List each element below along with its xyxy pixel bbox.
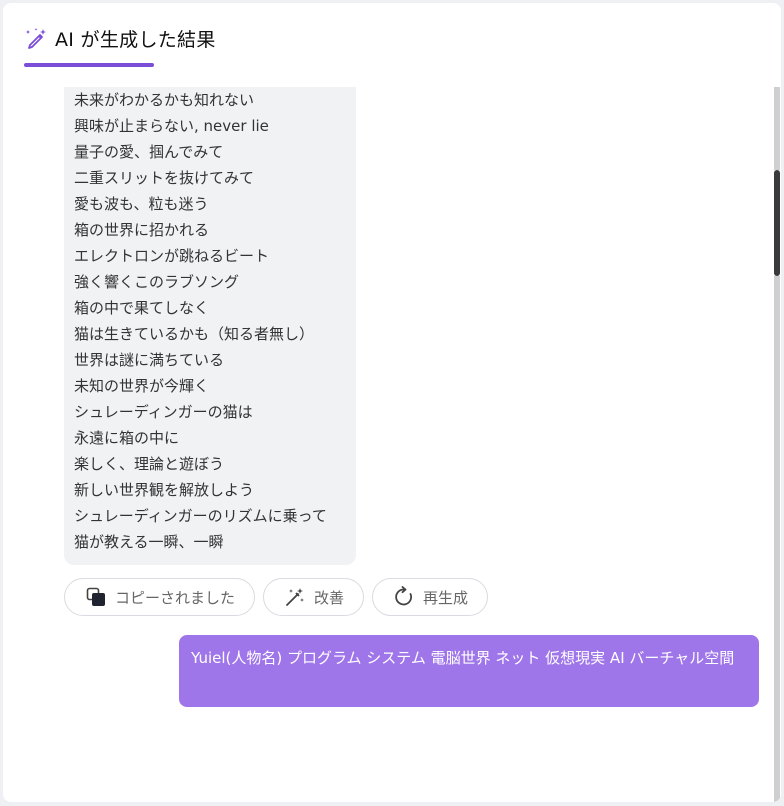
- lyric-line: 未来がわかるかも知れない: [74, 91, 255, 109]
- lyric-line: 永遠に箱の中に: [74, 429, 180, 447]
- lyric-line: 新しい世界観を解放しよう: [74, 481, 255, 499]
- vertical-scrollbar[interactable]: [774, 87, 780, 802]
- lyric-line: 未知の世界が今輝く: [74, 377, 210, 395]
- lyric-line: 世界は謎に満ちている: [74, 351, 225, 369]
- user-message-text: Yuiel(人物名) プログラム システム 電脳世界 ネット 仮想現実 AI バ…: [191, 649, 735, 667]
- conversation-scroll-area[interactable]: 未来がわかるかも知れない 興味が止まらない, never lie 量子の愛、掴んでみ…: [3, 87, 773, 802]
- copy-button-label: コピーされました: [115, 588, 236, 607]
- copy-button[interactable]: コピーされました: [64, 578, 256, 616]
- lyric-line: 愛も波も、粒も迷う: [74, 195, 209, 213]
- scrollbar-track-lower: [774, 276, 780, 802]
- lyric-line: 強く響くこのラブソング: [74, 273, 240, 291]
- lyric-line: 猫は生きているかも（知る者無し）: [74, 325, 315, 343]
- panel-header: AI が生成した結果: [24, 23, 216, 53]
- lyric-line: 箱の中で果てしなく: [74, 299, 210, 317]
- ai-response-bubble: 未来がわかるかも知れない 興味が止まらない, never lie 量子の愛、掴んでみ…: [64, 87, 356, 565]
- magic-pen-icon: [26, 28, 46, 49]
- improve-button[interactable]: 改善: [263, 578, 365, 616]
- copy-icon: [86, 587, 105, 606]
- regenerate-button-label: 再生成: [423, 588, 469, 607]
- lyric-line: 二重スリットを抜けてみて: [74, 169, 255, 187]
- scrollbar-track-upper: [774, 87, 780, 170]
- response-actions: コピーされました 改善 再生成: [64, 578, 489, 616]
- lyric-line: 量子の愛、掴んでみて: [74, 143, 224, 161]
- lyric-line: シュレーディンガーの猫は: [74, 403, 253, 421]
- lyric-line: 楽しく、理論と遊ぼう: [74, 455, 225, 473]
- user-message-bubble: Yuiel(人物名) プログラム システム 電脳世界 ネット 仮想現実 AI バ…: [179, 635, 759, 707]
- panel-title: AI が生成した結果: [55, 28, 216, 51]
- lyric-line: シュレーディンガーのリズムに乗って: [74, 507, 327, 525]
- ai-result-panel: AI が生成した結果 未来がわかるかも知れない 興味が止まらない, never l…: [3, 3, 781, 802]
- scrollbar-thumb[interactable]: [774, 170, 780, 276]
- lyric-line: 興味が止まらない, never lie: [74, 117, 269, 135]
- lyric-line: 箱の世界に招かれる: [74, 221, 210, 239]
- lyric-line: 猫が教える一瞬、一瞬: [74, 533, 224, 551]
- improve-button-label: 改善: [314, 588, 345, 607]
- header-active-underline: [24, 63, 154, 67]
- regenerate-button[interactable]: 再生成: [372, 578, 489, 616]
- magic-wand-icon: [286, 588, 305, 606]
- lyric-line: エレクトロンが跳ねるビート: [74, 247, 270, 265]
- lyric-lines: 未来がわかるかも知れない 興味が止まらない, never lie 量子の愛、掴んでみ…: [74, 87, 327, 555]
- refresh-icon: [395, 586, 412, 606]
